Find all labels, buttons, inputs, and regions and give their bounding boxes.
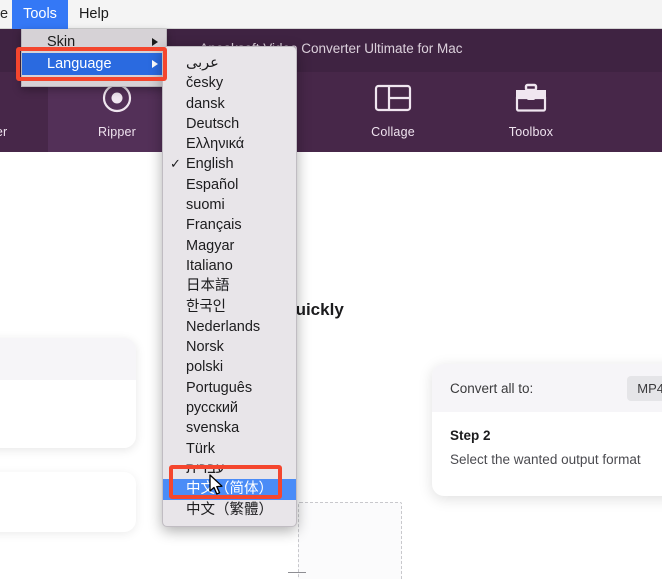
language-menu-item[interactable]: ✓ English	[163, 154, 296, 174]
convert-all-to-label: Convert all to:	[450, 380, 534, 396]
language-menu-item-label: Español	[186, 176, 239, 193]
step1-card-header	[0, 338, 136, 380]
language-menu-item-label: polski	[186, 359, 224, 376]
language-menu-item-label: русский	[186, 400, 239, 417]
collage-icon	[374, 76, 412, 120]
language-menu-item[interactable]: Deutsch	[163, 114, 296, 134]
convert-all-to-row: Convert all to: MP4	[432, 364, 662, 412]
language-menu-item[interactable]: polski	[163, 357, 296, 377]
app-content-area: Get Started Quickly Convert all to: MP4 …	[0, 152, 662, 579]
menubar-item-tools[interactable]: Tools	[12, 0, 68, 29]
step1-card	[0, 338, 136, 448]
step2-description: Select the wanted output format	[450, 452, 641, 467]
toolbar-label: Ripper	[97, 125, 137, 139]
language-menu-item-label: Magyar	[186, 237, 235, 254]
language-menu-item[interactable]: Ελληνικά	[163, 134, 296, 154]
language-menu-item[interactable]: Español	[163, 175, 296, 195]
language-menu-item-label: 한국인	[186, 298, 227, 315]
language-menu-item-label: Italiano	[186, 257, 233, 274]
language-menu-item-label: Ελληνικά	[186, 136, 245, 153]
language-menu-item[interactable]: svenska	[163, 418, 296, 438]
language-submenu: عربى česky dansk Deutsch Ελληνικά ✓ English Esp…	[162, 46, 297, 527]
language-menu-item-label: Nederlands	[186, 318, 261, 335]
language-menu-item-label: 中文（繁體）	[186, 501, 273, 518]
tools-dropdown-menu: Skin Language	[21, 29, 167, 87]
language-menu-item[interactable]: suomi	[163, 195, 296, 215]
dropzone-divider	[288, 572, 306, 573]
language-menu-item[interactable]: Français	[163, 215, 296, 235]
toolbar-label: Toolbox	[508, 125, 554, 139]
toolbar-item-collage[interactable]: Collage	[324, 72, 462, 152]
output-format-dropdown[interactable]: MP4	[627, 375, 662, 401]
language-menu-item-label: suomi	[186, 197, 225, 214]
application-window: Apeaksoft Video Converter Ultimate for M…	[0, 29, 662, 579]
language-menu-item-label: عربى	[186, 55, 219, 71]
language-menu-item-label: 中文（简体）	[186, 481, 273, 498]
chevron-right-icon	[152, 60, 158, 68]
language-menu-item[interactable]: 日本語	[163, 276, 296, 296]
chevron-right-icon	[152, 38, 158, 46]
language-menu-item[interactable]: עברית	[163, 459, 296, 479]
step2-title: Step 2	[450, 428, 491, 443]
language-menu-item[interactable]: Italiano	[163, 256, 296, 276]
language-menu-item[interactable]: Türk	[163, 439, 296, 459]
language-menu-item-label: עברית	[186, 460, 225, 477]
language-menu-item[interactable]: Nederlands	[163, 317, 296, 337]
toolbar-item-toolbox[interactable]: Toolbox	[462, 72, 600, 152]
menu-trailing-space	[22, 75, 166, 84]
language-menu-item-label: Deutsch	[186, 115, 240, 132]
menu-item-label: Skin	[47, 34, 76, 50]
menubar-item-partial[interactable]: e	[0, 0, 12, 29]
file-dropzone[interactable]	[298, 502, 402, 579]
language-menu-item[interactable]: Magyar	[163, 236, 296, 256]
language-menu-item-label: English	[186, 156, 234, 173]
language-menu-item-label: svenska	[186, 420, 240, 437]
macos-menu-bar: e Tools Help	[0, 0, 662, 29]
step2-card: Convert all to: MP4 Step 2 Select the wa…	[432, 364, 662, 496]
language-menu-item[interactable]: 中文（简体）	[163, 479, 296, 500]
language-menu-item-label: Português	[186, 379, 253, 396]
language-menu-item-label: 日本語	[186, 278, 230, 295]
language-menu-item[interactable]: Norsk	[163, 337, 296, 357]
menu-item-label: Language	[47, 56, 112, 72]
language-menu-item[interactable]: 中文（繁體）	[163, 500, 296, 520]
left-secondary-panel	[0, 472, 136, 532]
language-menu-item[interactable]: русский	[163, 398, 296, 418]
language-menu-item[interactable]: 한국인	[163, 297, 296, 317]
language-menu-item[interactable]: dansk	[163, 94, 296, 114]
step2-body: Step 2 Select the wanted output format	[432, 412, 662, 467]
screen-root: Apeaksoft Video Converter Ultimate for M…	[0, 0, 662, 579]
menu-item-skin[interactable]: Skin	[22, 31, 166, 53]
language-menu-item-label: Norsk	[186, 339, 224, 356]
toolbox-icon	[513, 76, 549, 120]
language-menu-item-label: Türk	[186, 440, 215, 457]
menubar-item-help[interactable]: Help	[68, 0, 120, 29]
language-menu-item-label: Français	[186, 217, 242, 234]
check-icon: ✓	[170, 156, 181, 172]
language-menu-item[interactable]: česky	[163, 73, 296, 93]
menu-item-language[interactable]: Language	[22, 53, 166, 75]
toolbar-label: Collage	[371, 125, 415, 139]
language-menu-item[interactable]: عربى	[163, 53, 296, 73]
language-menu-item[interactable]: Português	[163, 378, 296, 398]
toolbar-label: Converter	[0, 125, 8, 139]
language-menu-item-label: česky	[186, 75, 224, 92]
language-menu-item-label: dansk	[186, 95, 225, 112]
